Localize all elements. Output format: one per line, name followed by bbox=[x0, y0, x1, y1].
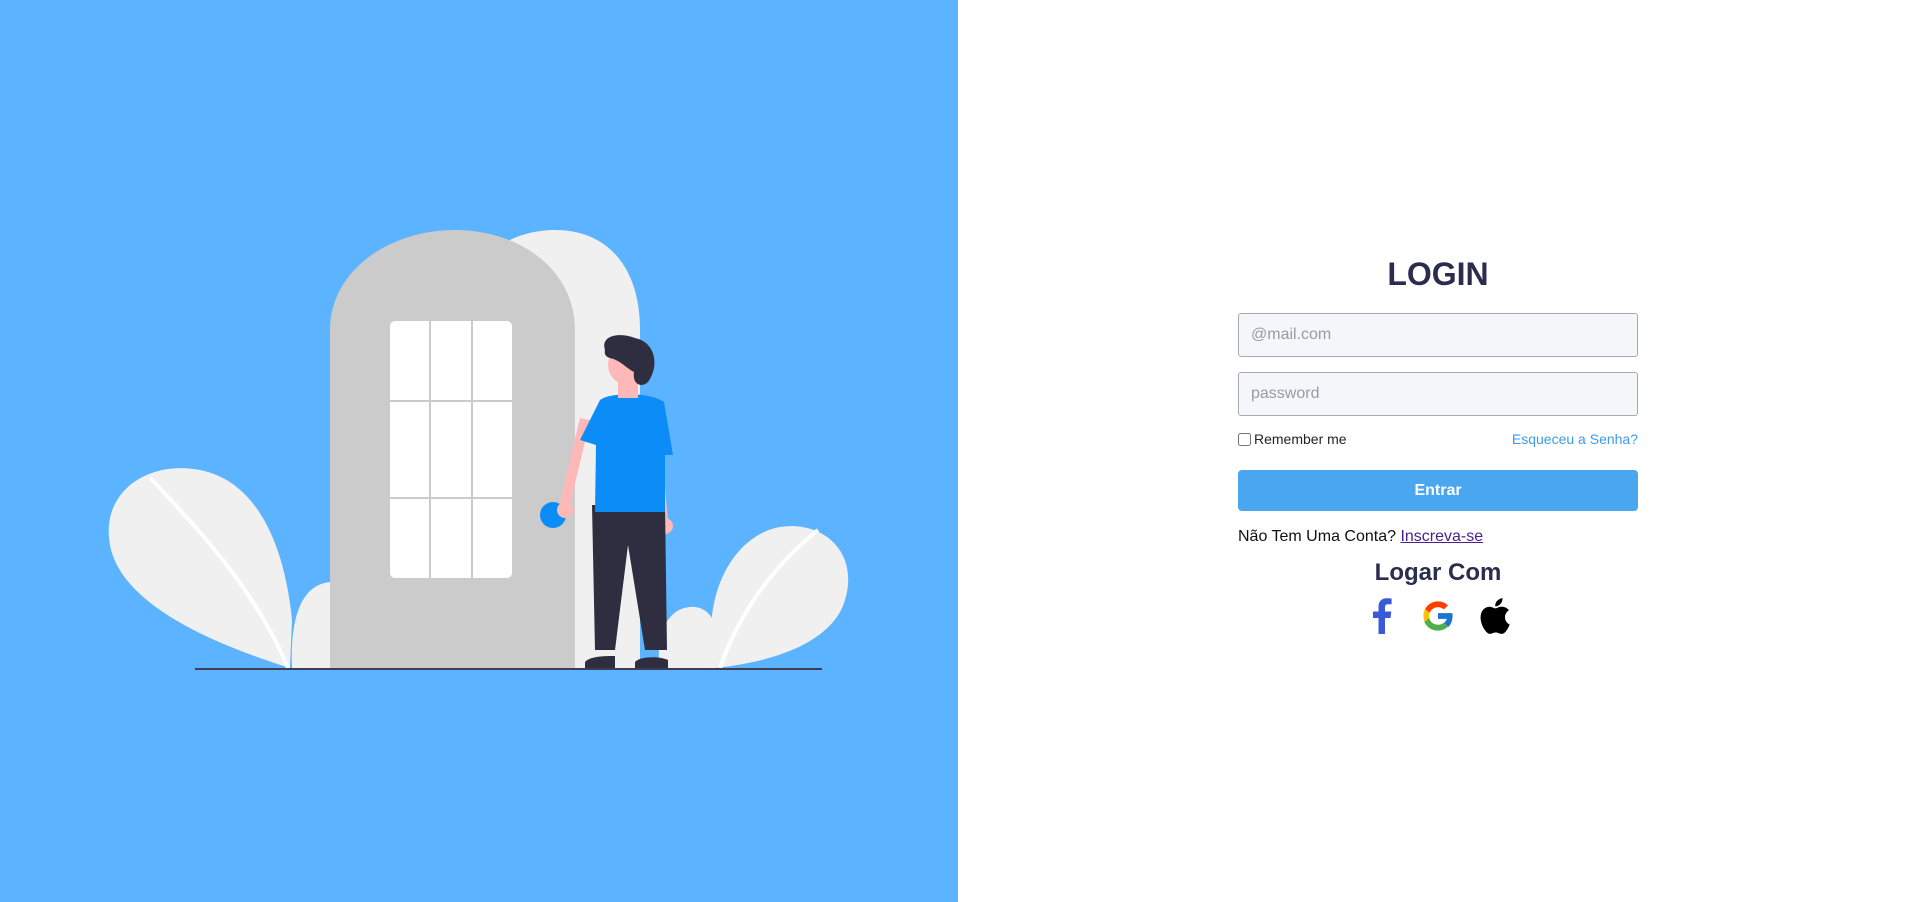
door-window bbox=[390, 321, 512, 578]
person-at-door-illustration bbox=[108, 230, 849, 670]
remember-label: Remember me bbox=[1254, 431, 1347, 447]
facebook-icon bbox=[1373, 598, 1392, 634]
options-row: Remember me Esqueceu a Senha? bbox=[1238, 428, 1638, 450]
remember-me[interactable]: Remember me bbox=[1238, 431, 1347, 447]
google-login-button[interactable] bbox=[1419, 595, 1457, 637]
login-form: LOGIN Remember me Esqueceu a Senha? Entr… bbox=[1238, 255, 1638, 637]
social-title: Logar Com bbox=[1374, 559, 1502, 586]
submit-button[interactable]: Entrar bbox=[1238, 470, 1638, 511]
signup-row: Não Tem Uma Conta? Inscreva-se bbox=[1238, 527, 1638, 547]
email-input[interactable] bbox=[1238, 313, 1638, 357]
apple-icon bbox=[1480, 598, 1510, 634]
login-title: LOGIN bbox=[1387, 256, 1489, 292]
login-panel: LOGIN Remember me Esqueceu a Senha? Entr… bbox=[958, 0, 1917, 902]
right-leaf-plant bbox=[658, 526, 849, 669]
login-page: LOGIN Remember me Esqueceu a Senha? Entr… bbox=[0, 0, 1917, 902]
remember-checkbox[interactable] bbox=[1238, 432, 1251, 446]
signup-link[interactable]: Inscreva-se bbox=[1400, 528, 1483, 545]
social-login-row bbox=[1238, 595, 1638, 637]
apple-login-button[interactable] bbox=[1475, 595, 1513, 637]
signup-prompt: Não Tem Uma Conta? bbox=[1238, 528, 1396, 545]
forgot-password-link[interactable]: Esqueceu a Senha? bbox=[1512, 431, 1638, 447]
hero-panel bbox=[0, 0, 958, 902]
google-icon bbox=[1423, 601, 1454, 631]
left-leaf-plant bbox=[108, 468, 343, 669]
password-input[interactable] bbox=[1238, 372, 1638, 416]
facebook-login-button[interactable] bbox=[1363, 595, 1401, 637]
